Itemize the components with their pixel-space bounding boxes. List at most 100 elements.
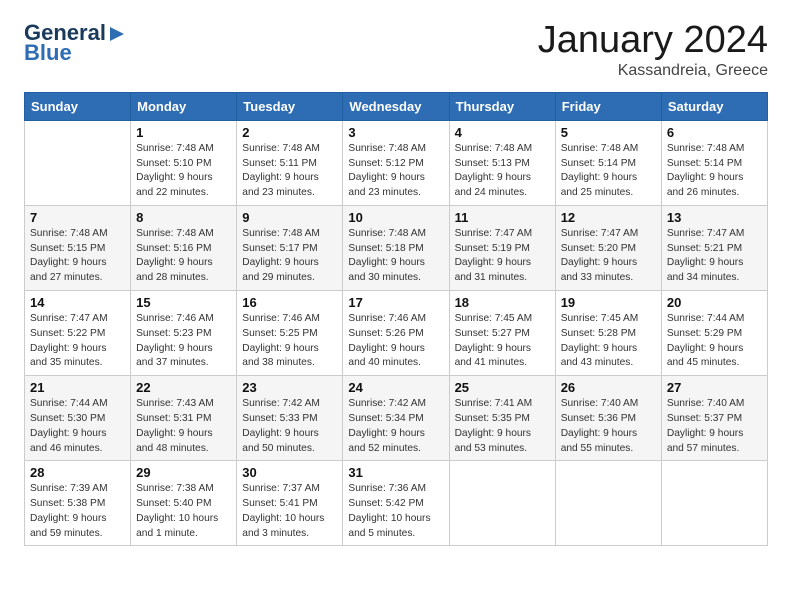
- calendar-cell: 13 Sunrise: 7:47 AMSunset: 5:21 PMDayligh…: [661, 205, 767, 290]
- calendar-cell: 23 Sunrise: 7:42 AMSunset: 5:33 PMDayligh…: [237, 376, 343, 461]
- day-number: 2: [242, 125, 337, 140]
- day-number: 26: [561, 380, 656, 395]
- day-number: 5: [561, 125, 656, 140]
- calendar-cell: 31 Sunrise: 7:36 AMSunset: 5:42 PMDayligh…: [343, 461, 449, 546]
- day-number: 3: [348, 125, 443, 140]
- calendar-cell: 21 Sunrise: 7:44 AMSunset: 5:30 PMDayligh…: [25, 376, 131, 461]
- calendar-cell: 30 Sunrise: 7:37 AMSunset: 5:41 PMDayligh…: [237, 461, 343, 546]
- day-info: Sunrise: 7:45 AMSunset: 5:27 PMDaylight:…: [455, 312, 550, 371]
- calendar-cell: 20Sunrise: 7:44 AMSunset: 5:29 PMDayligh…: [661, 291, 767, 376]
- day-info: Sunrise: 7:47 AMSunset: 5:21 PMDaylight:…: [667, 227, 762, 286]
- column-header-monday: Monday: [131, 92, 237, 120]
- calendar-cell: 11 Sunrise: 7:47 AMSunset: 5:19 PMDayligh…: [449, 205, 555, 290]
- day-number: 12: [561, 210, 656, 225]
- day-number: 17: [348, 295, 443, 310]
- column-header-sunday: Sunday: [25, 92, 131, 120]
- day-number: 14: [30, 295, 125, 310]
- calendar-cell: 7Sunrise: 7:48 AMSunset: 5:15 PMDaylight…: [25, 205, 131, 290]
- logo-blue: Blue: [24, 40, 72, 66]
- calendar-cell: [661, 461, 767, 546]
- day-number: 28: [30, 465, 125, 480]
- day-number: 18: [455, 295, 550, 310]
- day-info: Sunrise: 7:38 AMSunset: 5:40 PMDaylight:…: [136, 482, 231, 541]
- day-info: Sunrise: 7:41 AMSunset: 5:35 PMDaylight:…: [455, 397, 550, 456]
- day-info: Sunrise: 7:48 AMSunset: 5:14 PMDaylight:…: [667, 142, 762, 201]
- calendar-cell: 17 Sunrise: 7:46 AMSunset: 5:26 PMDayligh…: [343, 291, 449, 376]
- week-row-3: 14 Sunrise: 7:47 AMSunset: 5:22 PMDayligh…: [25, 291, 768, 376]
- day-number: 1: [136, 125, 231, 140]
- day-info: Sunrise: 7:42 AMSunset: 5:33 PMDaylight:…: [242, 397, 337, 456]
- day-info: Sunrise: 7:46 AMSunset: 5:25 PMDaylight:…: [242, 312, 337, 371]
- calendar-cell: 22 Sunrise: 7:43 AMSunset: 5:31 PMDayligh…: [131, 376, 237, 461]
- day-number: 16: [242, 295, 337, 310]
- day-number: 31: [348, 465, 443, 480]
- day-info: Sunrise: 7:46 AMSunset: 5:23 PMDaylight:…: [136, 312, 231, 371]
- column-header-friday: Friday: [555, 92, 661, 120]
- day-info: Sunrise: 7:43 AMSunset: 5:31 PMDaylight:…: [136, 397, 231, 456]
- day-info: Sunrise: 7:48 AMSunset: 5:14 PMDaylight:…: [561, 142, 656, 201]
- day-info: Sunrise: 7:48 AMSunset: 5:11 PMDaylight:…: [242, 142, 337, 201]
- calendar-cell: 27 Sunrise: 7:40 AMSunset: 5:37 PMDayligh…: [661, 376, 767, 461]
- day-number: 30: [242, 465, 337, 480]
- day-info: Sunrise: 7:40 AMSunset: 5:36 PMDaylight:…: [561, 397, 656, 456]
- day-number: 27: [667, 380, 762, 395]
- day-number: 29: [136, 465, 231, 480]
- calendar-cell: [25, 120, 131, 205]
- day-info: Sunrise: 7:46 AMSunset: 5:26 PMDaylight:…: [348, 312, 443, 371]
- day-number: 23: [242, 380, 337, 395]
- logo-triangle-icon: [108, 25, 126, 43]
- day-number: 10: [348, 210, 443, 225]
- calendar-cell: [555, 461, 661, 546]
- column-header-saturday: Saturday: [661, 92, 767, 120]
- day-number: 22: [136, 380, 231, 395]
- calendar-cell: 16 Sunrise: 7:46 AMSunset: 5:25 PMDayligh…: [237, 291, 343, 376]
- calendar-cell: 29 Sunrise: 7:38 AMSunset: 5:40 PMDayligh…: [131, 461, 237, 546]
- day-info: Sunrise: 7:39 AMSunset: 5:38 PMDaylight:…: [30, 482, 125, 541]
- calendar-cell: [449, 461, 555, 546]
- week-row-1: 1 Sunrise: 7:48 AMSunset: 5:10 PMDaylight…: [25, 120, 768, 205]
- day-number: 7: [30, 210, 125, 225]
- calendar-cell: 15Sunrise: 7:46 AMSunset: 5:23 PMDayligh…: [131, 291, 237, 376]
- day-info: Sunrise: 7:45 AMSunset: 5:28 PMDaylight:…: [561, 312, 656, 371]
- calendar-table: SundayMondayTuesdayWednesdayThursdayFrid…: [24, 92, 768, 547]
- calendar-subtitle: Kassandreia, Greece: [538, 62, 768, 80]
- calendar-title: January 2024: [538, 20, 768, 62]
- calendar-cell: 5 Sunrise: 7:48 AMSunset: 5:14 PMDaylight…: [555, 120, 661, 205]
- day-info: Sunrise: 7:42 AMSunset: 5:34 PMDaylight:…: [348, 397, 443, 456]
- day-number: 11: [455, 210, 550, 225]
- day-info: Sunrise: 7:36 AMSunset: 5:42 PMDaylight:…: [348, 482, 443, 541]
- day-info: Sunrise: 7:47 AMSunset: 5:20 PMDaylight:…: [561, 227, 656, 286]
- day-number: 25: [455, 380, 550, 395]
- day-number: 13: [667, 210, 762, 225]
- title-area: January 2024 Kassandreia, Greece: [538, 20, 768, 80]
- day-info: Sunrise: 7:40 AMSunset: 5:37 PMDaylight:…: [667, 397, 762, 456]
- day-info: Sunrise: 7:48 AMSunset: 5:17 PMDaylight:…: [242, 227, 337, 286]
- calendar-cell: 6 Sunrise: 7:48 AMSunset: 5:14 PMDaylight…: [661, 120, 767, 205]
- day-number: 9: [242, 210, 337, 225]
- calendar-cell: 24 Sunrise: 7:42 AMSunset: 5:34 PMDayligh…: [343, 376, 449, 461]
- calendar-cell: 9 Sunrise: 7:48 AMSunset: 5:17 PMDaylight…: [237, 205, 343, 290]
- day-info: Sunrise: 7:48 AMSunset: 5:10 PMDaylight:…: [136, 142, 231, 201]
- calendar-cell: 4Sunrise: 7:48 AMSunset: 5:13 PMDaylight…: [449, 120, 555, 205]
- day-info: Sunrise: 7:44 AMSunset: 5:29 PMDaylight:…: [667, 312, 762, 371]
- day-info: Sunrise: 7:48 AMSunset: 5:12 PMDaylight:…: [348, 142, 443, 201]
- day-number: 24: [348, 380, 443, 395]
- day-info: Sunrise: 7:48 AMSunset: 5:16 PMDaylight:…: [136, 227, 231, 286]
- day-number: 6: [667, 125, 762, 140]
- day-info: Sunrise: 7:48 AMSunset: 5:18 PMDaylight:…: [348, 227, 443, 286]
- header: General Blue January 2024 Kassandreia, G…: [24, 20, 768, 80]
- calendar-cell: 2 Sunrise: 7:48 AMSunset: 5:11 PMDaylight…: [237, 120, 343, 205]
- calendar-cell: 19Sunrise: 7:45 AMSunset: 5:28 PMDayligh…: [555, 291, 661, 376]
- week-row-2: 7Sunrise: 7:48 AMSunset: 5:15 PMDaylight…: [25, 205, 768, 290]
- column-header-wednesday: Wednesday: [343, 92, 449, 120]
- week-row-5: 28 Sunrise: 7:39 AMSunset: 5:38 PMDayligh…: [25, 461, 768, 546]
- calendar-cell: 26 Sunrise: 7:40 AMSunset: 5:36 PMDayligh…: [555, 376, 661, 461]
- calendar-cell: 28 Sunrise: 7:39 AMSunset: 5:38 PMDayligh…: [25, 461, 131, 546]
- calendar-cell: 18 Sunrise: 7:45 AMSunset: 5:27 PMDayligh…: [449, 291, 555, 376]
- calendar-cell: 1 Sunrise: 7:48 AMSunset: 5:10 PMDaylight…: [131, 120, 237, 205]
- day-number: 21: [30, 380, 125, 395]
- day-info: Sunrise: 7:47 AMSunset: 5:22 PMDaylight:…: [30, 312, 125, 371]
- day-info: Sunrise: 7:44 AMSunset: 5:30 PMDaylight:…: [30, 397, 125, 456]
- day-info: Sunrise: 7:47 AMSunset: 5:19 PMDaylight:…: [455, 227, 550, 286]
- day-info: Sunrise: 7:37 AMSunset: 5:41 PMDaylight:…: [242, 482, 337, 541]
